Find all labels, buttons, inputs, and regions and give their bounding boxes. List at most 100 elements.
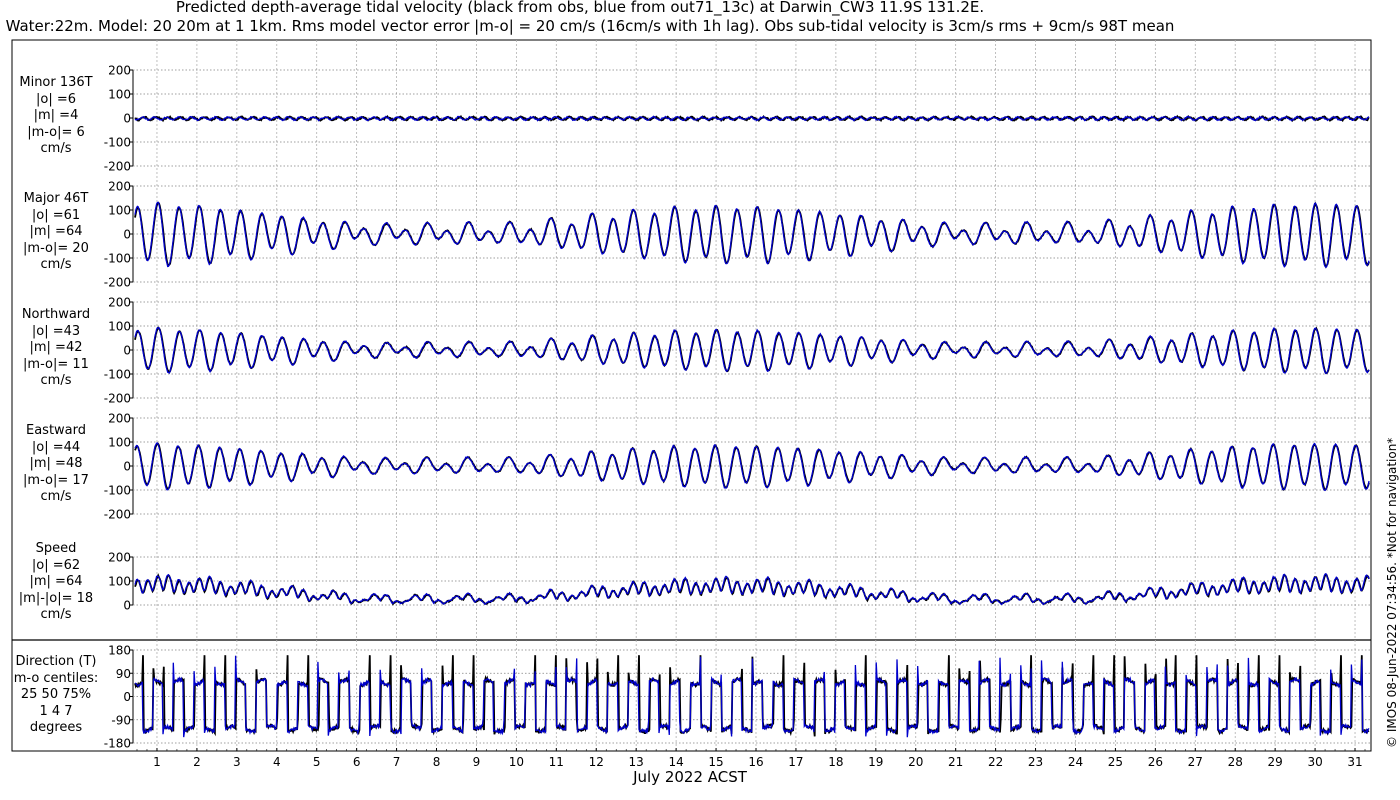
series-out71_13c-speed [134,572,1370,606]
panel-label-line: |m| =48 [29,456,83,471]
x-tick-label: 27 [1188,755,1203,769]
panel-label-line: cm/s [40,607,72,622]
y-tick-label: 100 [108,575,131,589]
y-tick-label: -200 [104,508,131,522]
panel-label-line: cm/s [40,373,72,388]
x-tick-label: 5 [313,755,321,769]
series-obs-speed [134,573,1370,606]
x-tick-label: 17 [788,755,803,769]
panel-label-line: |m-o|= 17 [23,472,89,488]
series-out71_13c-major [134,201,1370,269]
panel-label-line: 1 4 7 [39,703,73,719]
y-tick-label: -180 [104,737,131,751]
x-tick-label: 22 [988,755,1003,769]
x-tick-label: 8 [433,755,441,769]
y-tick-label: 200 [108,180,131,194]
y-tick-label: -90 [111,713,131,727]
series-out71_13c-minor [134,115,1370,122]
figure-frame [11,39,1372,752]
panel-label-line: |o| =62 [31,557,81,573]
y-tick-label: -200 [104,276,131,290]
panel-label: Northward |o| =43 |m| =42 |m-o|= 11 cm/s [8,307,104,390]
y-tick-label: 200 [108,64,131,78]
x-tick-label: 29 [1268,755,1283,769]
panel-label-line: Northward [21,307,91,322]
panel-label: Direction (T) m-o centiles: 25 50 75% 1 4 7… [8,654,104,737]
panel-label-line: |m-o|= 20 [23,240,89,256]
y-tick-label: 0 [123,112,131,126]
x-tick-label: 3 [233,755,241,769]
x-tick-label: 9 [473,755,481,769]
x-tick-label: 2 [193,755,201,769]
panel-label-line: |o| =44 [31,439,81,455]
panel-label-line: |m| =4 [33,108,79,123]
x-axis-label: July 2022 ACST [633,768,747,786]
panel-label-line: Direction (T) [15,654,97,669]
y-tick-label: -100 [104,136,131,150]
x-tick-label: 14 [668,755,683,769]
x-tick-label: 6 [353,755,361,769]
x-tick-label: 25 [1108,755,1123,769]
x-tick-label: 26 [1148,755,1163,769]
series-out71_13c-northward [134,326,1370,375]
panel-label-line: m-o centiles: [13,670,99,686]
x-tick-label: 20 [908,755,923,769]
y-tick-label: 180 [108,644,131,658]
panel-label-line: cm/s [40,257,72,272]
panel-label-line: |m-o|= 11 [23,356,89,372]
panel-label-line: |o| =61 [31,207,81,223]
y-tick-label: -200 [104,392,131,406]
panel-label: Speed |o| =62 |m| =64 |m|-|o|= 18 cm/s [8,541,104,624]
x-tick-label: 10 [509,755,524,769]
x-tick-label: 23 [1028,755,1043,769]
x-tick-label: 15 [708,755,723,769]
y-tick-label: 100 [108,320,131,334]
x-tick-label: 13 [629,755,644,769]
x-tick-label: 12 [589,755,604,769]
y-tick-label: 0 [123,344,131,358]
y-tick-label: -100 [104,368,131,382]
y-tick-label: 0 [123,690,131,704]
x-tick-label: 1 [153,755,161,769]
panel-label-line: cm/s [40,489,72,504]
x-tick-label: 30 [1307,755,1322,769]
y-tick-label: 200 [108,296,131,310]
y-tick-label: 200 [108,412,131,426]
panel-label: Minor 136T |o| =6 |m| =4 |m-o|= 6 cm/s [8,75,104,158]
x-tick-label: 16 [748,755,763,769]
panel-label-line: |m| =64 [29,574,83,589]
panel-label-line: Speed [35,541,77,556]
x-tick-label: 31 [1347,755,1362,769]
panel-label-line: |o| =43 [31,323,81,339]
copyright-notice: © IMOS 08-Jun-2022 07:34:56. *Not for na… [1385,437,1399,748]
panel-label-line: degrees [29,720,83,735]
y-tick-label: 200 [108,551,131,565]
panel-label-line: |m| =64 [29,224,83,239]
panel-label-line: 25 50 75% [20,687,92,702]
tidal-velocity-chart: 1 2 3 4 5 6 7 8 9 10 11 12 13 14 15 16 17 18 19 20 21 22 23 24 2… [11,39,1372,769]
y-tick-label: -100 [104,252,131,266]
panel-label: Eastward |o| =44 |m| =48 |m-o|= 17 cm/s [8,423,104,506]
y-tick-label: 90 [116,667,131,681]
x-tick-label: 24 [1068,755,1083,769]
x-tick-label: 19 [868,755,883,769]
panel-label-line: Minor 136T [19,75,93,90]
y-tick-label: -200 [104,160,131,174]
panel-label: Major 46T |o| =61 |m| =64 |m-o|= 20 cm/s [8,191,104,274]
x-tick-label: 28 [1228,755,1243,769]
y-tick-label: 100 [108,204,131,218]
panel-label-line: cm/s [40,141,72,156]
x-tick-label: 21 [948,755,963,769]
panel-label-line: |m-o|= 6 [27,124,85,140]
x-tick-label: 4 [273,755,281,769]
y-tick-label: 100 [108,88,131,102]
panel-label-line: Eastward [25,423,87,438]
y-tick-label: 100 [108,436,131,450]
x-tick-label: 7 [393,755,401,769]
y-tick-label: 0 [123,599,131,613]
panel-label-line: |m| =42 [29,340,83,355]
x-tick-label: 11 [549,755,564,769]
x-tick-label: 18 [828,755,843,769]
panel-label-line: |m|-|o|= 18 [18,590,94,606]
y-tick-label: -100 [104,484,131,498]
